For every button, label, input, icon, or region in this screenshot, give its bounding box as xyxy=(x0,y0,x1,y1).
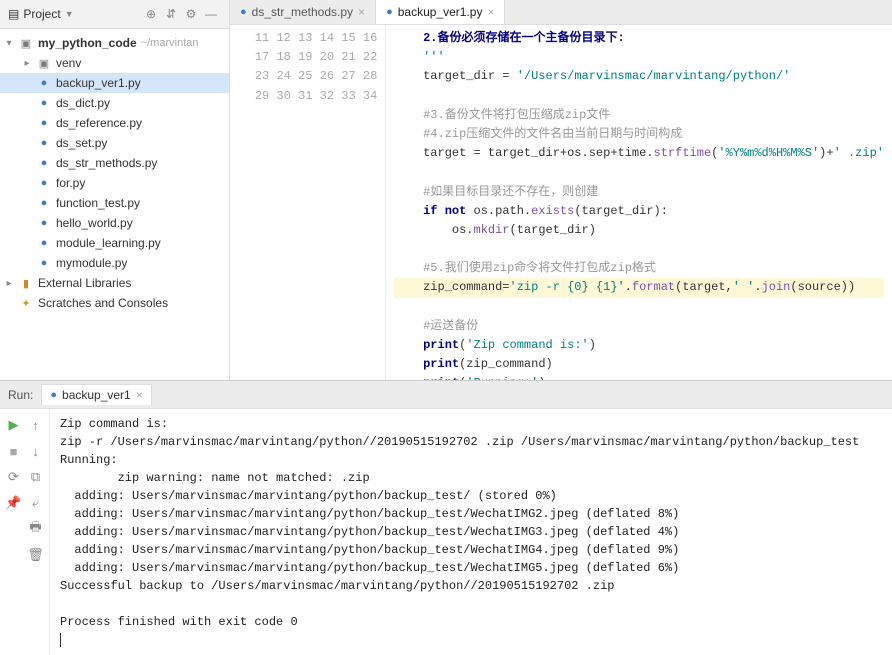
sidebar-title: Project xyxy=(23,7,60,21)
run-panel: Run: ● backup_ver1 × ▶ ↑ ■ ↓ ⟳ ⧉ 📌 ⤶ xyxy=(0,380,892,655)
run-label: Run: xyxy=(8,388,33,402)
folder-icon: ▣ xyxy=(36,55,52,71)
pin-icon[interactable]: 📌 xyxy=(4,493,24,513)
python-file-icon: ● xyxy=(386,6,393,18)
python-file-icon: ● xyxy=(36,255,52,271)
file-ds_reference-py[interactable]: ● ds_reference.py xyxy=(0,113,229,133)
python-file-icon: ● xyxy=(36,195,52,211)
file-label: hello_world.py xyxy=(56,216,133,230)
blank xyxy=(4,545,24,565)
folder-label: venv xyxy=(56,56,81,70)
python-file-icon: ● xyxy=(36,135,52,151)
external-label: External Libraries xyxy=(38,276,131,290)
run-toolbar: ▶ ↑ ■ ↓ ⟳ ⧉ 📌 ⤶ 🖶 🗑 xyxy=(0,409,50,655)
python-file-icon: ● xyxy=(36,95,52,111)
tab-ds-str-methods[interactable]: ● ds_str_methods.py × xyxy=(230,0,376,24)
file-label: ds_str_methods.py xyxy=(56,156,157,170)
run-header: Run: ● backup_ver1 × xyxy=(0,381,892,409)
project-root[interactable]: ▾ ▣ my_python_code ~/marvintan xyxy=(0,33,229,53)
blank xyxy=(4,519,24,539)
venv-folder[interactable]: ▸ ▣ venv xyxy=(0,53,229,73)
code-content[interactable]: 2.备份必须存储在一个主备份目录下: ''' target_dir = '/Us… xyxy=(386,25,892,380)
collapse-icon[interactable]: ⇵ xyxy=(161,4,181,24)
chevron-down-icon: ▼ xyxy=(65,9,74,19)
project-sidebar: ▤ Project ▼ ⊕ ⇵ ⚙ — ▾ ▣ my_python_code ~… xyxy=(0,0,230,380)
scratches-consoles[interactable]: ✦ Scratches and Consoles xyxy=(0,293,229,313)
console-output[interactable]: Zip command is: zip -r /Users/marvinsmac… xyxy=(50,409,892,655)
library-icon: ▮ xyxy=(18,275,34,291)
python-file-icon: ● xyxy=(36,115,52,131)
file-module_learning-py[interactable]: ● module_learning.py xyxy=(0,233,229,253)
python-file-icon: ● xyxy=(36,235,52,251)
editor-area: ● ds_str_methods.py × ● backup_ver1.py ×… xyxy=(230,0,892,380)
sidebar-header: ▤ Project ▼ ⊕ ⇵ ⚙ — xyxy=(0,0,229,29)
file-hello_world-py[interactable]: ● hello_world.py xyxy=(0,213,229,233)
project-icon: ▤ xyxy=(8,7,19,21)
line-gutter: 11 12 13 14 15 16 17 18 19 20 21 22 23 2… xyxy=(230,25,386,380)
print-icon[interactable]: 🖶 xyxy=(26,519,46,539)
filter-icon[interactable]: ⧉ xyxy=(26,467,46,487)
file-label: module_learning.py xyxy=(56,236,161,250)
close-icon[interactable]: × xyxy=(136,388,143,402)
trash-icon[interactable]: 🗑 xyxy=(26,545,46,565)
file-label: mymodule.py xyxy=(56,256,127,270)
file-ds_dict-py[interactable]: ● ds_dict.py xyxy=(0,93,229,113)
external-libraries[interactable]: ▸ ▮ External Libraries xyxy=(0,273,229,293)
python-file-icon: ● xyxy=(36,155,52,171)
chevron-down-icon: ▾ xyxy=(4,38,14,49)
tab-label: ds_str_methods.py xyxy=(252,5,353,19)
editor-tabs: ● ds_str_methods.py × ● backup_ver1.py × xyxy=(230,0,892,25)
code-editor[interactable]: 11 12 13 14 15 16 17 18 19 20 21 22 23 2… xyxy=(230,25,892,380)
python-file-icon: ● xyxy=(240,6,247,18)
cursor xyxy=(60,633,61,647)
down-icon[interactable]: ↓ xyxy=(26,441,46,461)
file-label: ds_reference.py xyxy=(56,116,142,130)
file-label: backup_ver1.py xyxy=(56,76,141,90)
up-icon[interactable]: ↑ xyxy=(26,415,46,435)
tab-backup-ver1[interactable]: ● backup_ver1.py × xyxy=(376,0,505,24)
file-label: ds_dict.py xyxy=(56,96,110,110)
project-dropdown[interactable]: ▤ Project ▼ xyxy=(8,7,74,21)
folder-icon: ▣ xyxy=(18,35,34,51)
run-tab[interactable]: ● backup_ver1 × xyxy=(41,384,151,405)
scratch-icon: ✦ xyxy=(18,295,34,311)
chevron-right-icon: ▸ xyxy=(4,278,14,289)
run-tab-label: backup_ver1 xyxy=(62,388,131,402)
file-ds_set-py[interactable]: ● ds_set.py xyxy=(0,133,229,153)
python-file-icon: ● xyxy=(50,389,57,401)
file-label: function_test.py xyxy=(56,196,140,210)
wrap-icon[interactable]: ⤶ xyxy=(26,493,46,513)
python-file-icon: ● xyxy=(36,175,52,191)
file-function_test-py[interactable]: ● function_test.py xyxy=(0,193,229,213)
project-path: ~/marvintan xyxy=(141,37,199,49)
file-label: for.py xyxy=(56,176,85,190)
python-file-icon: ● xyxy=(36,75,52,91)
target-icon[interactable]: ⊕ xyxy=(141,4,161,24)
restart-icon[interactable]: ⟳ xyxy=(4,467,24,487)
stop-button[interactable]: ■ xyxy=(4,441,24,461)
scratches-label: Scratches and Consoles xyxy=(38,296,168,310)
close-icon[interactable]: × xyxy=(487,5,494,19)
run-button[interactable]: ▶ xyxy=(4,415,24,435)
python-file-icon: ● xyxy=(36,215,52,231)
file-mymodule-py[interactable]: ● mymodule.py xyxy=(0,253,229,273)
file-backup_ver1-py[interactable]: ● backup_ver1.py xyxy=(0,73,229,93)
chevron-right-icon: ▸ xyxy=(22,58,32,69)
project-tree: ▾ ▣ my_python_code ~/marvintan ▸ ▣ venv … xyxy=(0,29,229,380)
close-icon[interactable]: × xyxy=(358,5,365,19)
file-ds_str_methods-py[interactable]: ● ds_str_methods.py xyxy=(0,153,229,173)
gear-icon[interactable]: ⚙ xyxy=(181,4,201,24)
project-name: my_python_code xyxy=(38,36,137,50)
tab-label: backup_ver1.py xyxy=(398,5,483,19)
file-label: ds_set.py xyxy=(56,136,107,150)
hide-icon[interactable]: — xyxy=(201,4,221,24)
file-for-py[interactable]: ● for.py xyxy=(0,173,229,193)
